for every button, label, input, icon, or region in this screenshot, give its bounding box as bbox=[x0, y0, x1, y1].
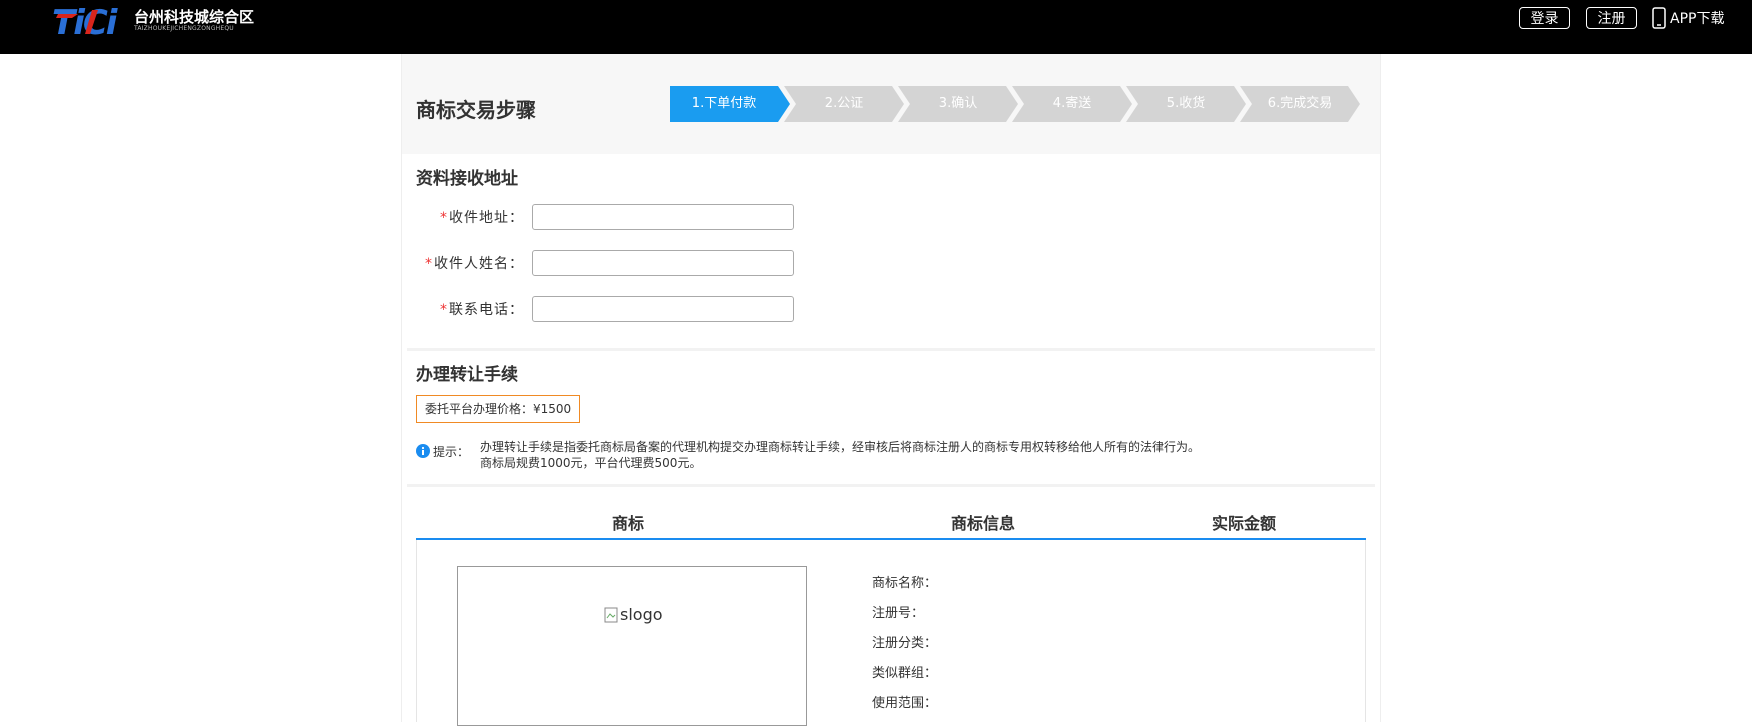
step-label: 6.完成交易 bbox=[1267, 96, 1333, 111]
platform-price-badge: 委托平台办理价格：¥1500 bbox=[416, 395, 581, 423]
tip-line: 商标局规费1000元，平台代理费500元。 bbox=[480, 456, 702, 470]
info-registration-class: 注册分类： bbox=[872, 636, 938, 651]
phone-input[interactable] bbox=[532, 296, 794, 322]
required-mark: * bbox=[440, 302, 448, 318]
step-4: 4.寄送 bbox=[1012, 86, 1132, 122]
site-logo[interactable]: TiCi 台州科技城综合区 TAIZHOUKEJICHENGZONGHEQU bbox=[52, 4, 254, 38]
address-input[interactable] bbox=[532, 204, 794, 230]
recipient-name-input[interactable] bbox=[532, 250, 794, 276]
trademark-info-list: 商标名称： 注册号： 注册分类： 类似群组： 使用范围： bbox=[872, 569, 937, 719]
transfer-section-title: 办理转让手续 bbox=[416, 365, 518, 385]
step-label: 4.寄送 bbox=[1052, 96, 1092, 111]
address-section-title: 资料接收地址 bbox=[416, 169, 518, 189]
steps-title: 商标交易步骤 bbox=[416, 98, 536, 122]
phone-field-row: *联系电话： bbox=[416, 295, 794, 323]
recipient-label: *收件人姓名： bbox=[425, 256, 524, 272]
logo-pinyin-name: TAIZHOUKEJICHENGZONGHEQU bbox=[134, 25, 234, 32]
column-actual-amount: 实际金额 bbox=[1212, 514, 1277, 533]
step-3: 3.确认 bbox=[898, 86, 1018, 122]
trade-steps-bar: 商标交易步骤 1.下单付款 2.公证 3.确认 4.寄送 5.收货 6.完成交易 bbox=[402, 54, 1380, 154]
register-button[interactable]: 注册 bbox=[1586, 7, 1637, 29]
mobile-phone-icon bbox=[1652, 7, 1666, 29]
step-2: 2.公证 bbox=[784, 86, 904, 122]
info-registration-number: 注册号： bbox=[872, 606, 925, 621]
info-trademark-name: 商标名称： bbox=[872, 576, 938, 591]
step-label: 5.收货 bbox=[1166, 96, 1206, 111]
required-mark: * bbox=[425, 256, 433, 272]
step-6: 6.完成交易 bbox=[1240, 86, 1360, 122]
step-label: 1.下单付款 bbox=[691, 96, 757, 111]
step-label: 2.公证 bbox=[824, 96, 864, 111]
trademark-table-row: slogo 商标名称： 注册号： 注册分类： 类似群组： 使用范围： bbox=[416, 540, 1366, 726]
app-download-link[interactable]: APP下载 bbox=[1652, 6, 1724, 30]
trademark-image-frame: slogo bbox=[457, 566, 807, 726]
image-alt-text: slogo bbox=[620, 605, 663, 624]
tip-text: 办理转让手续是指委托商标局备案的代理机构提交办理商标转让手续，经审核后将商标注册… bbox=[480, 439, 1200, 471]
recipient-field-row: *收件人姓名： bbox=[416, 249, 794, 277]
login-button[interactable]: 登录 bbox=[1519, 7, 1570, 29]
logo-chinese-name: 台州科技城综合区 bbox=[134, 8, 255, 26]
phone-label: *联系电话： bbox=[440, 302, 524, 318]
app-download-label: APP下载 bbox=[1670, 11, 1725, 27]
trademark-image: slogo bbox=[604, 605, 663, 624]
step-1: 1.下单付款 bbox=[670, 86, 790, 122]
logo-mark-icon: TiCi bbox=[52, 4, 121, 38]
info-icon bbox=[416, 444, 430, 458]
step-label: 3.确认 bbox=[938, 96, 978, 111]
broken-image-icon bbox=[604, 607, 618, 622]
info-similar-group: 类似群组： bbox=[872, 666, 938, 681]
step-5: 5.收货 bbox=[1126, 86, 1246, 122]
column-trademark-info: 商标信息 bbox=[951, 514, 1016, 533]
trademark-table-header: 商标 商标信息 实际金额 bbox=[416, 502, 1366, 540]
top-navbar: TiCi 台州科技城综合区 TAIZHOUKEJICHENGZONGHEQU 登… bbox=[0, 0, 1752, 54]
section-divider bbox=[407, 484, 1375, 487]
column-trademark: 商标 bbox=[612, 514, 645, 533]
tip-prefix: 提示： bbox=[433, 445, 470, 459]
address-label: *收件地址： bbox=[440, 210, 524, 226]
info-usage-scope: 使用范围： bbox=[872, 696, 938, 711]
required-mark: * bbox=[440, 210, 448, 226]
order-panel: 商标交易步骤 1.下单付款 2.公证 3.确认 4.寄送 5.收货 6.完成交易… bbox=[401, 54, 1381, 726]
address-field-row: *收件地址： bbox=[416, 203, 794, 231]
tip-line: 办理转让手续是指委托商标局备案的代理机构提交办理商标转让手续，经审核后将商标注册… bbox=[480, 440, 1201, 454]
section-divider bbox=[407, 348, 1375, 351]
